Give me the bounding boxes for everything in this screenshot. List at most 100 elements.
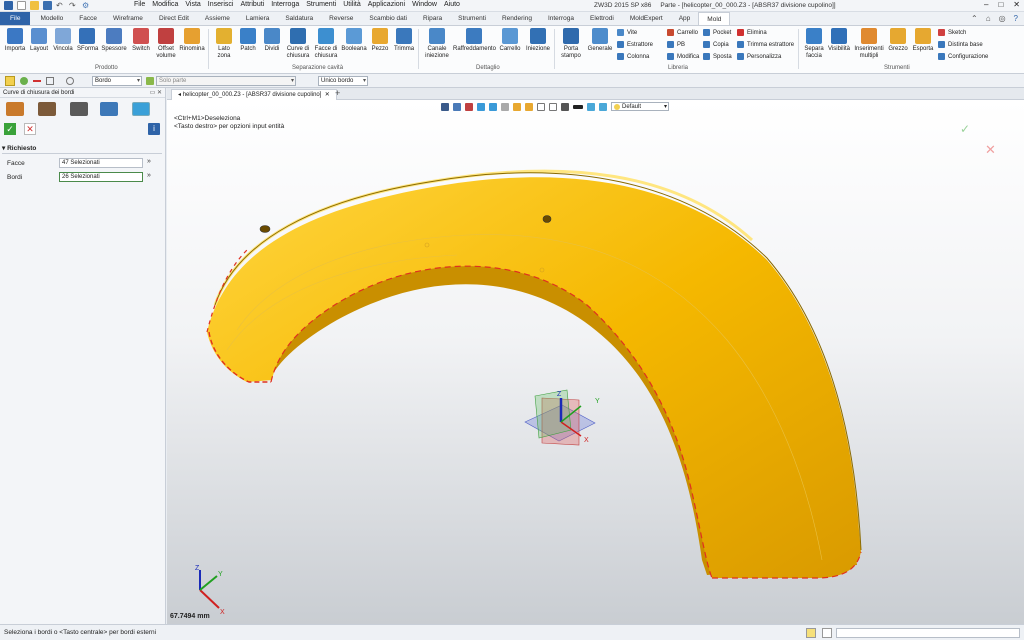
switch-button[interactable]: Switch — [130, 28, 152, 53]
raffreddamento-button[interactable]: Raffreddamento — [453, 28, 496, 53]
sforma-button[interactable]: SForma — [77, 28, 98, 53]
circle-select-icon[interactable] — [66, 77, 74, 85]
pocket-button[interactable]: Pocket — [703, 29, 731, 36]
bordi-field[interactable]: 26 Selezionati — [59, 172, 143, 182]
tab-ripara[interactable]: Ripara — [415, 12, 450, 25]
tab-reverse[interactable]: Reverse — [321, 12, 361, 25]
mode-combo[interactable]: Unico bordo — [318, 76, 368, 86]
boat-icon[interactable] — [100, 102, 118, 116]
inserimenti-multipli-button[interactable]: Inserimenti multipli — [853, 28, 885, 59]
box-select-icon[interactable] — [46, 77, 54, 85]
canale-iniezione-button[interactable]: Canale iniezione — [423, 28, 451, 59]
curve-chiusura-button[interactable]: Curve di chiusura — [285, 28, 311, 59]
command-input[interactable] — [836, 628, 1020, 638]
offset-volume-button[interactable]: Offset volume — [155, 28, 177, 59]
patch-button[interactable]: Patch — [238, 28, 258, 53]
facce-chiusura-button[interactable]: Facce di chiusura — [313, 28, 339, 59]
carrello-button[interactable]: Carrello — [497, 28, 523, 53]
filter-combo[interactable]: Bordo — [92, 76, 142, 86]
new-icon[interactable] — [17, 1, 26, 10]
modifica-button[interactable]: Modifica — [667, 53, 699, 60]
layout-button[interactable]: Layout — [29, 28, 49, 53]
porta-stampo-button[interactable]: Porta stampo — [558, 28, 584, 59]
tab-file[interactable]: File — [0, 12, 31, 25]
trimma-estrattore-button[interactable]: Trimma estrattore — [737, 41, 794, 48]
sketch-button[interactable]: Sketch — [938, 29, 966, 36]
tab-moldexpert[interactable]: MoldExpert — [622, 12, 671, 25]
sposta-button[interactable]: Sposta — [703, 53, 732, 60]
cap-icon[interactable] — [6, 102, 24, 116]
open-icon[interactable] — [30, 1, 39, 10]
tab-modello[interactable]: Modello — [32, 12, 71, 25]
configurazione-button[interactable]: Configurazione — [938, 53, 988, 60]
copia-button[interactable]: Copia — [703, 41, 729, 48]
tab-facce[interactable]: Facce — [71, 12, 105, 25]
section-richiesto[interactable]: ▾ Richiesto — [2, 144, 162, 154]
redo-icon[interactable]: ↷ — [69, 1, 78, 10]
minimize-icon[interactable]: – — [984, 0, 988, 9]
dividi-button[interactable]: Dividi — [262, 28, 282, 53]
menu-inserisci[interactable]: Inserisci — [208, 1, 234, 8]
tab-mold[interactable]: Mold — [698, 12, 731, 25]
menu-window[interactable]: Window — [412, 1, 437, 8]
lato-zona-button[interactable]: Lato zona — [213, 28, 235, 59]
spessore-button[interactable]: Spessore — [101, 28, 127, 53]
menu-aiuto[interactable]: Aiuto — [444, 1, 460, 8]
esporta-button[interactable]: Esporta — [911, 28, 935, 53]
estrattore-button[interactable]: Estrattore — [617, 41, 653, 48]
tab-interroga[interactable]: Interroga — [540, 12, 582, 25]
pb-button[interactable]: PB — [667, 41, 685, 48]
ok-icon[interactable]: ✓ — [4, 123, 16, 135]
settings-icon[interactable]: ⚙ — [82, 1, 91, 10]
home-icon[interactable]: ⌂ — [986, 14, 991, 23]
menu-applicazioni[interactable]: Applicazioni — [368, 1, 405, 8]
maximize-icon[interactable]: □ — [998, 0, 1003, 9]
add-tab-icon[interactable]: + — [335, 88, 340, 98]
cancel-icon[interactable]: ✕ — [24, 123, 36, 135]
tab-scambio-dati[interactable]: Scambio dati — [361, 12, 415, 25]
tab-lamiera[interactable]: Lamiera — [238, 12, 277, 25]
iniezione-button[interactable]: Iniezione — [525, 28, 551, 53]
separa-faccia-button[interactable]: Separa faccia — [802, 28, 826, 59]
selected-shape-icon[interactable] — [132, 102, 150, 116]
globe-icon[interactable]: ◎ — [999, 14, 1006, 23]
panel-dock-icon[interactable]: ▭ ✕ — [150, 88, 162, 98]
facce-field[interactable]: 47 Selezionati — [59, 158, 143, 168]
facce-chevron-icon[interactable]: » — [147, 158, 151, 165]
tab-app[interactable]: App — [671, 12, 699, 25]
carrello-lib-button[interactable]: Carrello — [667, 29, 698, 36]
remove-icon[interactable] — [33, 80, 41, 82]
pezzo-button[interactable]: Pezzo — [370, 28, 390, 53]
info-icon[interactable]: i — [148, 123, 160, 135]
add-icon[interactable] — [20, 77, 28, 85]
goggles-icon[interactable] — [70, 102, 88, 116]
booleana-button[interactable]: Booleana — [341, 28, 367, 53]
colonna-button[interactable]: Colonna — [617, 53, 649, 60]
importa-button[interactable]: Importa — [4, 28, 26, 53]
help-icon[interactable]: ? — [1014, 14, 1018, 23]
tab-saldatura[interactable]: Saldatura — [277, 12, 321, 25]
tab-elettrodi[interactable]: Elettrodi — [582, 12, 622, 25]
save-icon[interactable] — [43, 1, 52, 10]
tab-rendering[interactable]: Rendering — [494, 12, 540, 25]
tab-direct-edit[interactable]: Direct Edit — [151, 12, 197, 25]
tab-wireframe[interactable]: Wireframe — [105, 12, 151, 25]
vincola-button[interactable]: Vincola — [53, 28, 73, 53]
status-window-icon[interactable] — [822, 628, 832, 638]
visibilita-button[interactable]: Visibilità — [828, 28, 850, 53]
menu-modifica[interactable]: Modifica — [152, 1, 178, 8]
menu-vista[interactable]: Vista — [185, 1, 200, 8]
3d-viewport[interactable]: Default ▾ <Ctrl+M1>Deseleziona <Tasto des… — [167, 100, 1024, 624]
personalizza-button[interactable]: Personalizza — [737, 53, 781, 60]
rinomina-button[interactable]: Rinomina — [179, 28, 205, 53]
solo-parte-combo[interactable]: Solo parte — [156, 76, 296, 86]
pick-filter-icon[interactable] — [5, 76, 15, 86]
part-filter-icon[interactable] — [146, 77, 154, 85]
close-icon[interactable]: ✕ — [1013, 0, 1020, 9]
tab-assieme[interactable]: Assieme — [197, 12, 238, 25]
glasses-icon[interactable] — [38, 102, 56, 116]
minimize-ribbon-icon[interactable]: ⌃ — [971, 14, 978, 23]
distinta-base-button[interactable]: Distinta base — [938, 41, 983, 48]
tab-strumenti[interactable]: Strumenti — [450, 12, 494, 25]
vite-button[interactable]: Vite — [617, 29, 637, 36]
